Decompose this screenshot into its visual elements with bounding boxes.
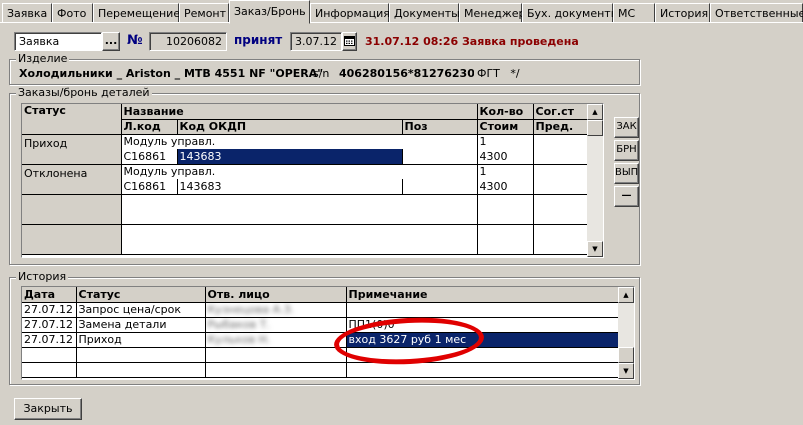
order-cost-cell[interactable]: 4300: [477, 179, 534, 195]
product-extra: ФГТ */: [477, 67, 520, 80]
sn-value: 406280156*812762300: [339, 67, 474, 80]
order-okdp-cell[interactable]: 143683: [177, 149, 403, 165]
col-header-name[interactable]: Название: [121, 104, 478, 120]
doc-type-field[interactable]: Заявка: [14, 32, 102, 51]
history-scrollbar[interactable]: ▲ ▼: [618, 287, 634, 379]
product-group-label: Изделие: [16, 52, 70, 65]
history-note-cell[interactable]: [346, 302, 619, 318]
tab-foto[interactable]: Фото: [52, 3, 93, 23]
history-grid[interactable]: Дата Статус Отв. лицо Примечание 27.07.1…: [21, 286, 635, 380]
table-row[interactable]: Отклонена Модуль управл. 1: [22, 164, 590, 195]
col-header-agreed[interactable]: Сог.ст: [533, 104, 590, 120]
order-status-cell[interactable]: Приход: [22, 134, 122, 165]
tab-peremeschenie[interactable]: Перемещение: [93, 3, 180, 23]
history-person-cell[interactable]: Рыбаков Т.: [205, 317, 347, 333]
history-date-cell[interactable]: 27.07.12: [22, 332, 77, 348]
col-header-person[interactable]: Отв. лицо: [205, 287, 347, 303]
order-agreed-cell[interactable]: [533, 164, 590, 195]
scroll-down-icon[interactable]: ▼: [618, 363, 634, 379]
orders-table: Статус Название Кол-во Сог.ст Л.код Код …: [22, 104, 590, 255]
tab-bar: Заявка Фото Перемещение Ремонт Заказ/Бро…: [0, 0, 803, 26]
orders-scrollbar[interactable]: ▲ ▼: [587, 104, 603, 257]
history-person-cell[interactable]: Кульков Н.: [205, 332, 347, 348]
order-lcode-cell[interactable]: C16861: [121, 179, 178, 195]
sn-label: s/n: [313, 67, 330, 80]
history-status-cell[interactable]: Замена детали: [76, 317, 206, 333]
number-label: №: [127, 33, 143, 48]
col-header-cost[interactable]: Стоим: [477, 119, 534, 135]
scroll-down-icon[interactable]: ▼: [587, 241, 603, 257]
table-row[interactable]: 27.07.12 Приход Кульков Н. вход 3627 руб…: [22, 332, 619, 348]
order-pos-cell[interactable]: [402, 149, 478, 165]
tab-baseline: [0, 22, 803, 23]
col-header-qty[interactable]: Кол-во: [477, 104, 534, 120]
history-group-label: История: [16, 270, 69, 283]
product-name: Холодильники _ Ariston _ MTB 4551 NF "OP…: [19, 67, 323, 80]
table-row[interactable]: [22, 194, 590, 225]
history-person-text: Кузнецова А.З.: [207, 303, 295, 316]
col-header-hist-status[interactable]: Статус: [76, 287, 206, 303]
tab-ms[interactable]: МС: [613, 3, 655, 23]
table-row[interactable]: 27.07.12 Замена детали Рыбаков Т. ПП1(0)…: [22, 317, 619, 333]
accepted-label: принят: [234, 33, 283, 47]
order-status-cell[interactable]: Отклонена: [22, 164, 122, 195]
scroll-thumb[interactable]: [587, 120, 603, 136]
col-header-status[interactable]: Статус: [22, 104, 122, 135]
order-qty-cell[interactable]: 1: [477, 164, 534, 179]
brn-button[interactable]: БРН: [614, 140, 639, 161]
table-row[interactable]: [22, 224, 590, 255]
order-lcode-cell[interactable]: C16861: [121, 149, 178, 165]
status-text: 31.07.12 08:26 Заявка проведена: [365, 35, 579, 48]
vyp-button[interactable]: ВЫП: [614, 163, 639, 184]
history-date-cell[interactable]: 27.07.12: [22, 302, 77, 318]
order-cost-cell[interactable]: 4300: [477, 149, 534, 165]
request-number-field: 10206082: [149, 32, 227, 51]
remove-button[interactable]: —: [614, 186, 639, 207]
order-name-cell[interactable]: Модуль управл.: [121, 164, 478, 179]
accepted-date-field[interactable]: 3.07.12: [290, 32, 342, 51]
col-header-prev[interactable]: Пред.: [533, 119, 590, 135]
order-okdp-cell[interactable]: 143683: [177, 179, 403, 195]
tab-zayavka[interactable]: Заявка: [2, 3, 52, 23]
scroll-up-icon[interactable]: ▲: [587, 104, 603, 120]
tab-menedzher[interactable]: Менеджер: [459, 3, 525, 23]
table-row[interactable]: 27.07.12 Запрос цена/срок Кузнецова А.З.: [22, 302, 619, 318]
order-name-cell[interactable]: Модуль управл.: [121, 134, 478, 149]
tab-buh-dokumenty[interactable]: Бух. документы: [522, 3, 619, 23]
col-header-okdp[interactable]: Код ОКДП: [177, 119, 403, 135]
tab-istoriya[interactable]: История: [655, 3, 710, 23]
history-table: Дата Статус Отв. лицо Примечание 27.07.1…: [22, 287, 619, 378]
table-row[interactable]: [22, 347, 619, 363]
tab-otvetstvennye[interactable]: Ответственные: [710, 3, 803, 23]
history-person-cell[interactable]: Кузнецова А.З.: [205, 302, 347, 318]
scroll-up-icon[interactable]: ▲: [618, 287, 634, 303]
orders-group-label: Заказы/бронь деталей: [16, 86, 152, 99]
close-button[interactable]: Закрыть: [14, 398, 82, 420]
order-agreed-cell[interactable]: [533, 134, 590, 165]
orders-grid[interactable]: Статус Название Кол-во Сог.ст Л.код Код …: [21, 103, 604, 258]
doc-type-browse-button[interactable]: ...: [102, 32, 120, 51]
tab-informaciya[interactable]: Информация: [310, 3, 390, 23]
history-date-cell[interactable]: 27.07.12: [22, 317, 77, 333]
zak-button[interactable]: ЗАК: [614, 117, 639, 138]
history-person-text: Кульков Н.: [207, 333, 271, 346]
scroll-thumb[interactable]: [618, 347, 634, 363]
col-header-date[interactable]: Дата: [22, 287, 77, 303]
tab-remont[interactable]: Ремонт: [179, 3, 229, 23]
order-qty-cell[interactable]: 1: [477, 134, 534, 149]
table-row[interactable]: [22, 362, 619, 378]
tab-zakaz-bron[interactable]: Заказ/Бронь: [229, 0, 310, 24]
col-header-lcode[interactable]: Л.код: [121, 119, 178, 135]
order-pos-cell[interactable]: [402, 179, 478, 195]
tab-dokumenty[interactable]: Документы: [389, 3, 460, 23]
calendar-button[interactable]: [342, 32, 357, 51]
history-status-cell[interactable]: Запрос цена/срок: [76, 302, 206, 318]
history-status-cell[interactable]: Приход: [76, 332, 206, 348]
col-header-pos[interactable]: Поз: [402, 119, 478, 135]
col-header-note[interactable]: Примечание: [346, 287, 619, 303]
table-row[interactable]: Приход Модуль управл. 1: [22, 134, 590, 165]
calendar-icon: [344, 36, 355, 46]
history-person-text: Рыбаков Т.: [207, 318, 270, 331]
